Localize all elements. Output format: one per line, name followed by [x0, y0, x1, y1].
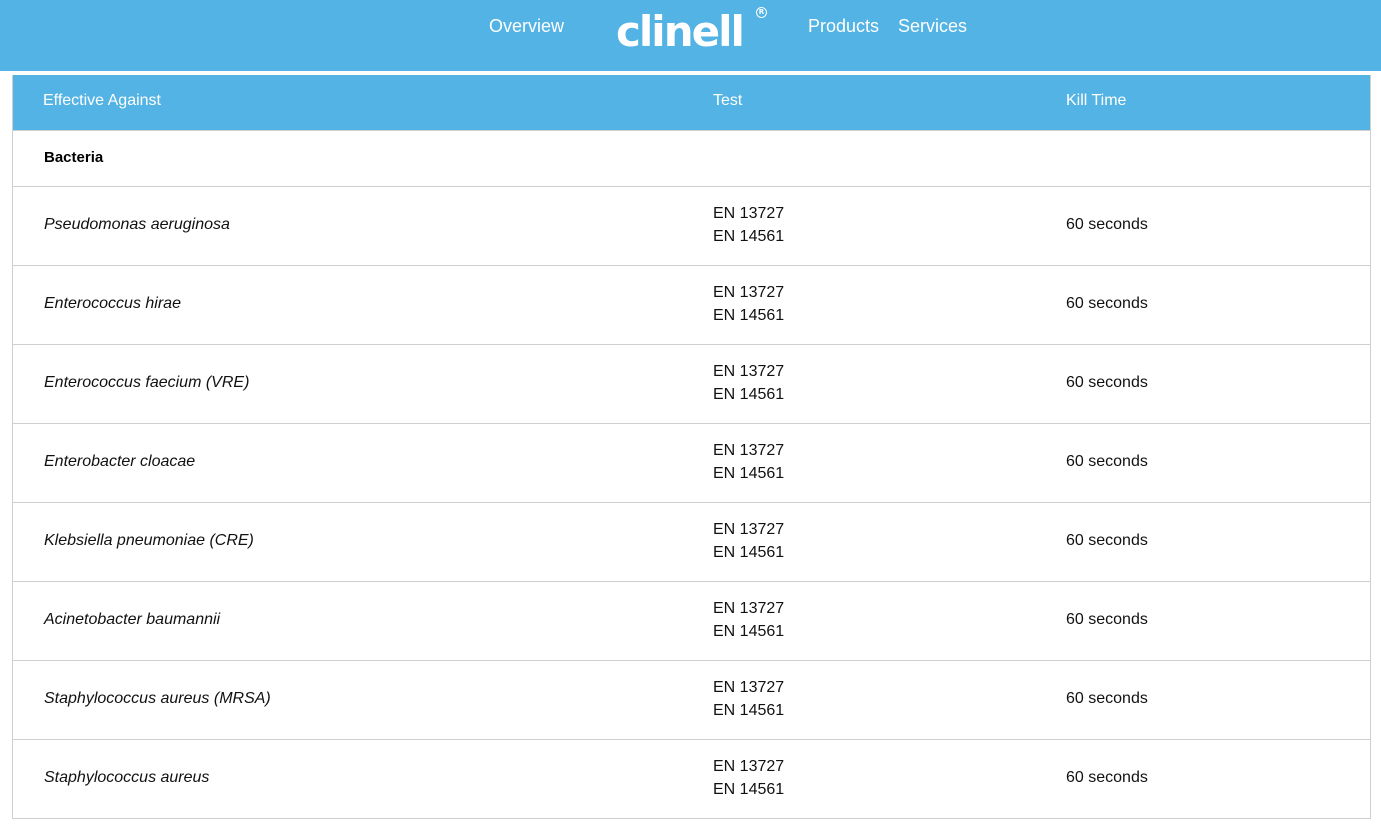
test-standards: EN 13727 EN 14561: [713, 360, 784, 406]
kill-time: 60 seconds: [1066, 374, 1148, 391]
table-row: Staphylococcus aureus (MRSA) EN 13727 EN 1…: [13, 661, 1370, 740]
table-row: Staphylococcus aureus EN 13727 EN 14561 60 …: [13, 740, 1370, 819]
nav-services-link[interactable]: Services: [898, 14, 967, 38]
test-standard: EN 13727: [713, 284, 785, 301]
test-standard: EN 13727: [713, 758, 785, 775]
table-row: Enterococcus hirae EN 13727 EN 14561 60 sec…: [13, 266, 1370, 345]
table-row: Enterococcus faecium (VRE) EN 13727 EN 145…: [13, 345, 1370, 424]
column-header-kill-time: Kill Time: [1066, 92, 1127, 109]
test-standards: EN 13727 EN 14561: [713, 439, 784, 485]
table-row: Pseudomonas aeruginosa EN 13727 EN 14561 60…: [13, 187, 1370, 266]
table-row: Acinetobacter baumannii EN 13727 EN 14561 6…: [13, 582, 1370, 661]
test-standard: EN 14561: [713, 781, 785, 798]
efficacy-table: Effective Against Test Kill Time Bacteri…: [12, 75, 1371, 819]
organism-name: Enterococcus hirae: [44, 295, 181, 312]
organism-name: Pseudomonas aeruginosa: [44, 216, 230, 233]
test-standards: EN 13727 EN 14561: [713, 676, 784, 722]
kill-time: 60 seconds: [1066, 453, 1148, 470]
kill-time: 60 seconds: [1066, 216, 1148, 233]
table-row: Enterobacter cloacae EN 13727 EN 14561 60 s…: [13, 424, 1370, 503]
test-standard: EN 14561: [713, 702, 785, 719]
table-body: Pseudomonas aeruginosa EN 13727 EN 14561 60…: [13, 187, 1370, 819]
organism-name: Enterobacter cloacae: [44, 453, 196, 470]
test-standard: EN 14561: [713, 307, 785, 324]
test-standard: EN 13727: [713, 363, 785, 380]
table-row: Klebsiella pneumoniae (CRE) EN 13727 EN 14…: [13, 503, 1370, 582]
test-standard: EN 14561: [713, 386, 785, 403]
kill-time: 60 seconds: [1066, 690, 1148, 707]
test-standards: EN 13727 EN 14561: [713, 202, 784, 248]
section-row-bacteria: Bacteria: [13, 131, 1370, 187]
organism-name: Enterococcus faecium (VRE): [44, 374, 250, 391]
column-header-effective-against: Effective Against: [43, 92, 161, 109]
kill-time: 60 seconds: [1066, 611, 1148, 628]
kill-time: 60 seconds: [1066, 769, 1148, 786]
test-standard: EN 13727: [713, 205, 785, 222]
test-standards: EN 13727 EN 14561: [713, 597, 784, 643]
clinell-logo[interactable]: clinell: [616, 6, 745, 58]
test-standards: EN 13727 EN 14561: [713, 281, 784, 327]
organism-name: Staphylococcus aureus (MRSA): [44, 690, 271, 707]
table-header-row: Effective Against Test Kill Time: [13, 75, 1370, 131]
organism-name: Klebsiella pneumoniae (CRE): [44, 532, 254, 549]
kill-time: 60 seconds: [1066, 532, 1148, 549]
kill-time: 60 seconds: [1066, 295, 1148, 312]
test-standards: EN 13727 EN 14561: [713, 518, 784, 564]
column-header-test: Test: [713, 92, 743, 109]
test-standard: EN 14561: [713, 623, 785, 640]
registered-mark-icon: R: [756, 7, 767, 18]
site-header: Overview clinell R Products Services: [0, 0, 1381, 71]
nav-overview-link[interactable]: Overview: [489, 14, 564, 38]
organism-name: Staphylococcus aureus: [44, 769, 210, 786]
nav-products-link[interactable]: Products: [808, 14, 879, 38]
test-standard: EN 13727: [713, 521, 785, 538]
test-standard: EN 14561: [713, 544, 785, 561]
test-standard: EN 14561: [713, 465, 785, 482]
test-standard: EN 14561: [713, 228, 785, 245]
test-standards: EN 13727 EN 14561: [713, 755, 784, 801]
test-standard: EN 13727: [713, 679, 785, 696]
test-standard: EN 13727: [713, 600, 785, 617]
organism-name: Acinetobacter baumannii: [44, 611, 221, 628]
section-label: Bacteria: [44, 149, 104, 166]
test-standard: EN 13727: [713, 442, 785, 459]
